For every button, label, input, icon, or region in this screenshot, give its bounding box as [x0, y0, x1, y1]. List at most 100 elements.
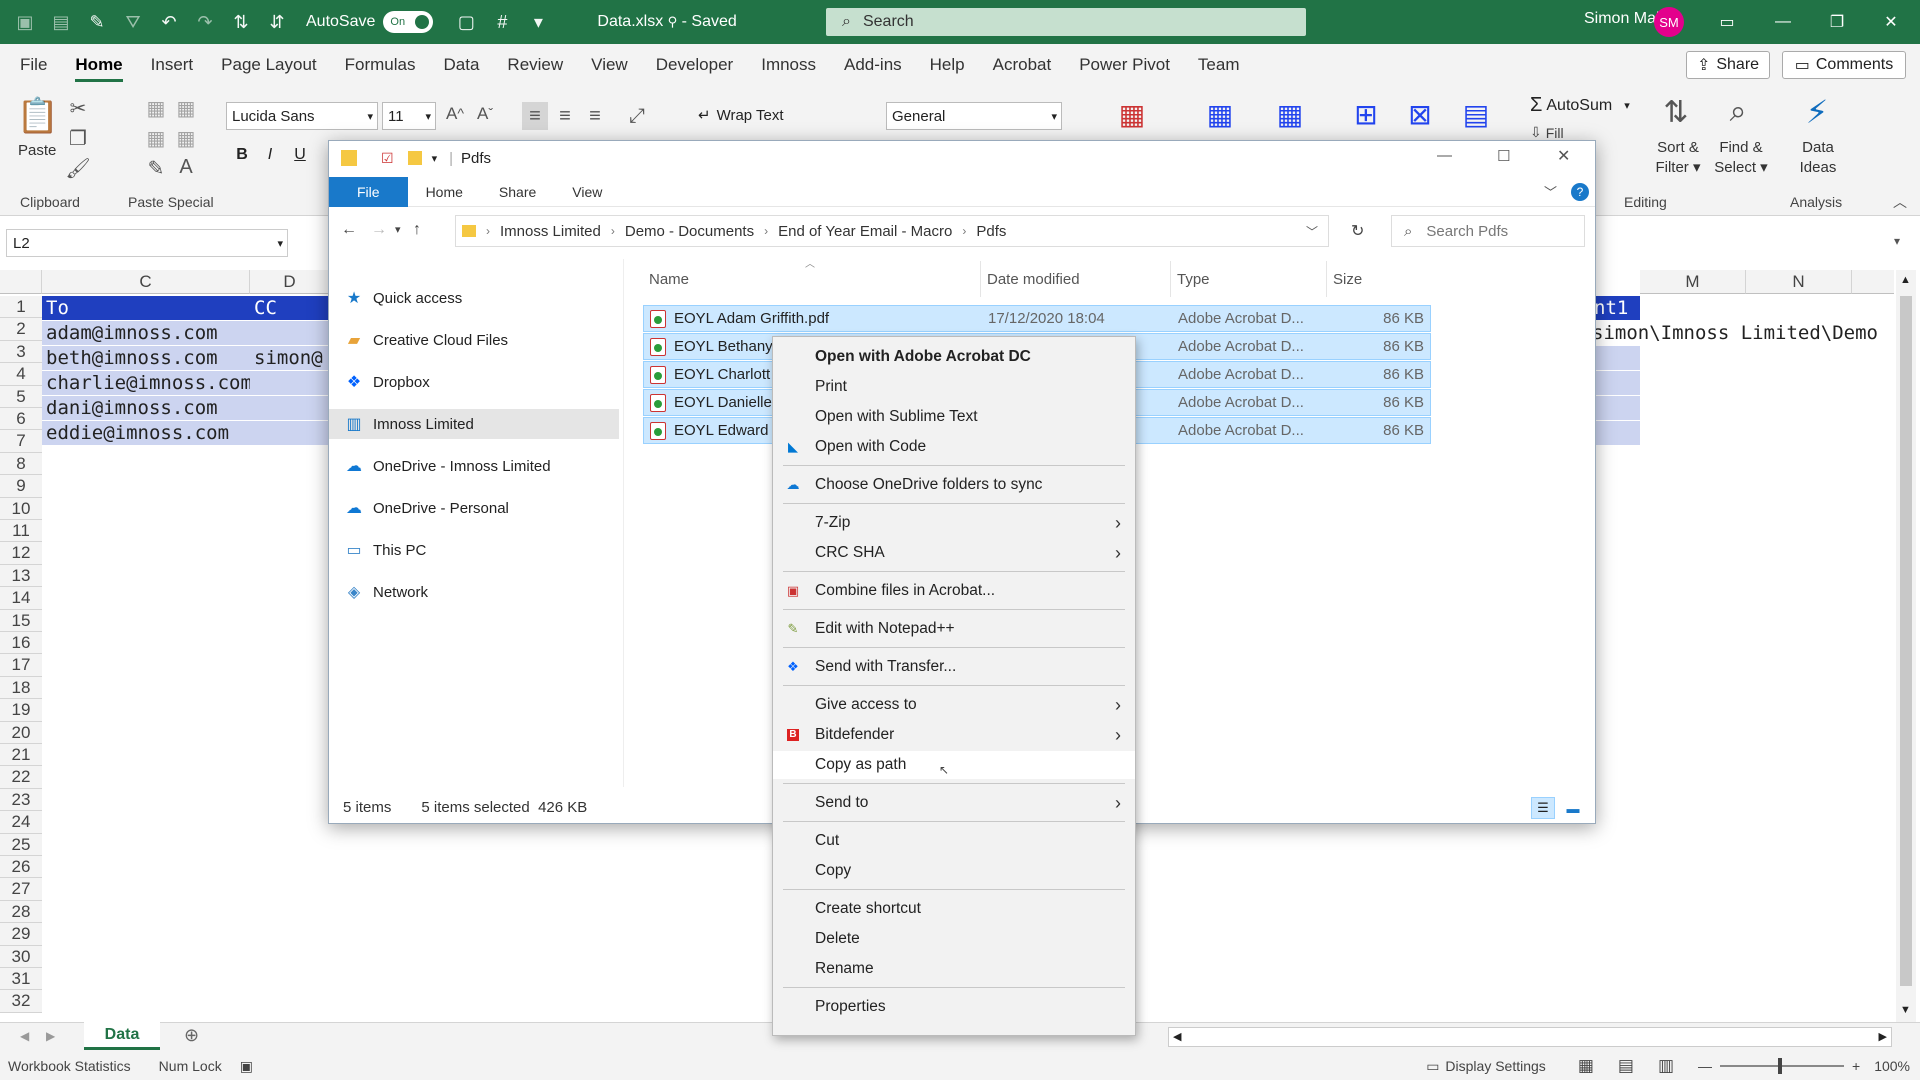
cell-l1[interactable]: nt1: [1590, 296, 1640, 320]
tab-imnoss[interactable]: Imnoss: [747, 44, 830, 86]
ribbon-search-input[interactable]: ⌕ Search: [826, 8, 1306, 36]
expand-formula-icon[interactable]: ▾: [1894, 234, 1900, 248]
file-row[interactable]: EOYL Adam Griffith.pdf 17/12/2020 18:04 Ad…: [643, 305, 1431, 332]
zoom-slider[interactable]: [1720, 1058, 1844, 1074]
address-dropdown-icon[interactable]: ﹀: [1306, 223, 1318, 240]
align-middle-icon[interactable]: ≡: [552, 102, 578, 130]
recent-locations-icon[interactable]: ▾: [395, 223, 401, 236]
row-header[interactable]: 14: [0, 587, 42, 610]
zoom-level[interactable]: 100%: [1874, 1058, 1910, 1074]
redo-icon[interactable]: ↷: [194, 11, 216, 33]
underline-button[interactable]: U: [290, 146, 310, 164]
menu-copy-as-path[interactable]: Copy as path ↖: [773, 751, 1135, 779]
ribbon-display-icon[interactable]: ▭: [1704, 8, 1750, 36]
address-bar[interactable]: › Imnoss Limited › Demo - Documents › En…: [455, 215, 1329, 247]
page-break-view-icon[interactable]: ▥: [1658, 1056, 1674, 1076]
breadcrumb-item[interactable]: End of Year Email - Macro: [778, 223, 952, 240]
cell-c1[interactable]: To: [42, 296, 250, 320]
explorer-close-icon[interactable]: ✕: [1557, 146, 1570, 166]
fill-button[interactable]: ⇩ Fill: [1530, 124, 1564, 141]
cell-c4[interactable]: charlie@imnoss.com: [42, 371, 250, 395]
row-header[interactable]: 28: [0, 900, 42, 924]
paste-text-icon[interactable]: A: [176, 156, 196, 179]
prev-sheet-icon[interactable]: ◀: [20, 1029, 29, 1043]
menu-crc-sha[interactable]: CRC SHA ›: [773, 539, 1135, 567]
cell-d3[interactable]: simon@: [250, 346, 330, 370]
name-box[interactable]: L2 ▾: [6, 229, 288, 257]
menu-print[interactable]: Print: [773, 373, 1135, 401]
row-header[interactable]: 21: [0, 744, 42, 767]
hash-icon[interactable]: #: [491, 11, 513, 33]
large-icons-view-icon[interactable]: ▬: [1561, 797, 1585, 819]
comments-button[interactable]: ▭ Comments: [1782, 51, 1906, 79]
menu-open-with-acrobat[interactable]: Open with Adobe Acrobat DC: [773, 343, 1135, 371]
find-select-icon[interactable]: ⌕: [1718, 92, 1758, 132]
paste-button[interactable]: Paste: [18, 142, 56, 159]
row-header[interactable]: 5: [0, 385, 42, 408]
format-table-icon[interactable]: ▦: [1200, 96, 1240, 132]
paste-special-icon[interactable]: ✎: [146, 156, 166, 181]
horizontal-scrollbar[interactable]: ◀ ▶: [1168, 1027, 1892, 1047]
sort-filter-icon[interactable]: ⇅: [1656, 92, 1696, 132]
close-icon[interactable]: ✕: [1868, 8, 1914, 36]
breadcrumb-item[interactable]: Demo - Documents: [625, 223, 754, 240]
avatar[interactable]: SM: [1654, 7, 1684, 37]
vertical-scrollbar[interactable]: ▲ ▼: [1896, 270, 1916, 1022]
nav-quick-access[interactable]: ★ Quick access: [343, 283, 623, 313]
zoom-out-icon[interactable]: —: [1698, 1058, 1712, 1074]
normal-view-icon[interactable]: ▦: [1578, 1056, 1594, 1076]
macro-record-icon[interactable]: ▣: [240, 1058, 253, 1075]
workbook-statistics[interactable]: Workbook Statistics: [8, 1058, 131, 1074]
menu-open-with-sublime[interactable]: Open with Sublime Text: [773, 403, 1135, 431]
customize-toolbar-icon[interactable]: ▾: [527, 11, 549, 33]
scroll-up-icon[interactable]: ▲: [1900, 274, 1911, 286]
help-icon[interactable]: ?: [1571, 182, 1589, 201]
sheet-tab-data[interactable]: Data: [84, 1022, 160, 1050]
find-select-button[interactable]: Find & Select ▾: [1712, 138, 1770, 178]
row-header[interactable]: 19: [0, 699, 42, 722]
lightning-icon[interactable]: ⚡: [1800, 92, 1834, 132]
tab-page-layout[interactable]: Page Layout: [207, 44, 330, 86]
tab-power-pivot[interactable]: Power Pivot: [1065, 44, 1184, 86]
tab-home[interactable]: Home: [61, 44, 136, 86]
nav-dropbox[interactable]: ❖ Dropbox: [343, 367, 623, 397]
display-settings-button[interactable]: ▭ Display Settings: [1426, 1058, 1546, 1075]
refresh-icon[interactable]: ↻: [1351, 221, 1364, 241]
column-header-m[interactable]: M: [1640, 270, 1746, 294]
cell-c2[interactable]: adam@imnoss.com: [42, 321, 250, 345]
menu-edit-notepad[interactable]: ✎ Edit with Notepad++: [773, 615, 1135, 643]
autosave-switch[interactable]: On: [383, 11, 434, 33]
undo-icon[interactable]: ↶: [158, 11, 180, 33]
paste-formulas-icon[interactable]: ▦: [176, 96, 196, 121]
cell-d4[interactable]: [250, 371, 330, 395]
row-header[interactable]: 32: [0, 990, 42, 1013]
collapse-ribbon-icon[interactable]: ︿: [1890, 192, 1910, 212]
menu-rename[interactable]: Rename: [773, 955, 1135, 983]
menu-delete[interactable]: Delete: [773, 925, 1135, 953]
menu-open-with-code[interactable]: ◣ Open with Code: [773, 433, 1135, 461]
expand-ribbon-icon[interactable]: ﹀: [1544, 182, 1557, 201]
properties-icon[interactable]: ☑: [381, 150, 394, 167]
save-as-icon[interactable]: ▤: [50, 11, 72, 33]
row-header[interactable]: 31: [0, 968, 42, 991]
next-sheet-icon[interactable]: ▶: [46, 1029, 55, 1043]
sort-ascending-icon[interactable]: ⇅: [230, 11, 252, 33]
row-header[interactable]: 24: [0, 811, 42, 834]
wrap-text-button[interactable]: ↵ Wrap Text: [698, 106, 784, 125]
nav-onedrive-imnoss[interactable]: ☁ OneDrive - Imnoss Limited: [343, 451, 623, 481]
menu-send-to[interactable]: Send to ›: [773, 789, 1135, 817]
column-date-header[interactable]: Date modified: [981, 261, 1171, 297]
explorer-maximize-icon[interactable]: ☐: [1497, 147, 1510, 165]
vertical-scroll-thumb[interactable]: [1900, 296, 1912, 986]
add-sheet-icon[interactable]: ⊕: [184, 1025, 199, 1046]
sort-filter-button[interactable]: Sort & Filter ▾: [1654, 138, 1702, 178]
row-header[interactable]: 2: [0, 318, 42, 341]
row-header[interactable]: 9: [0, 475, 42, 498]
orientation-icon[interactable]: ⤢: [622, 102, 652, 130]
sort-descending-icon[interactable]: ⇵: [266, 11, 288, 33]
row-header[interactable]: 25: [0, 833, 42, 856]
column-type-header[interactable]: Type: [1171, 261, 1327, 297]
delete-cells-icon[interactable]: ⊠: [1400, 96, 1440, 132]
row-header[interactable]: 1: [0, 296, 42, 319]
scroll-right-icon[interactable]: ▶: [1879, 1030, 1887, 1043]
